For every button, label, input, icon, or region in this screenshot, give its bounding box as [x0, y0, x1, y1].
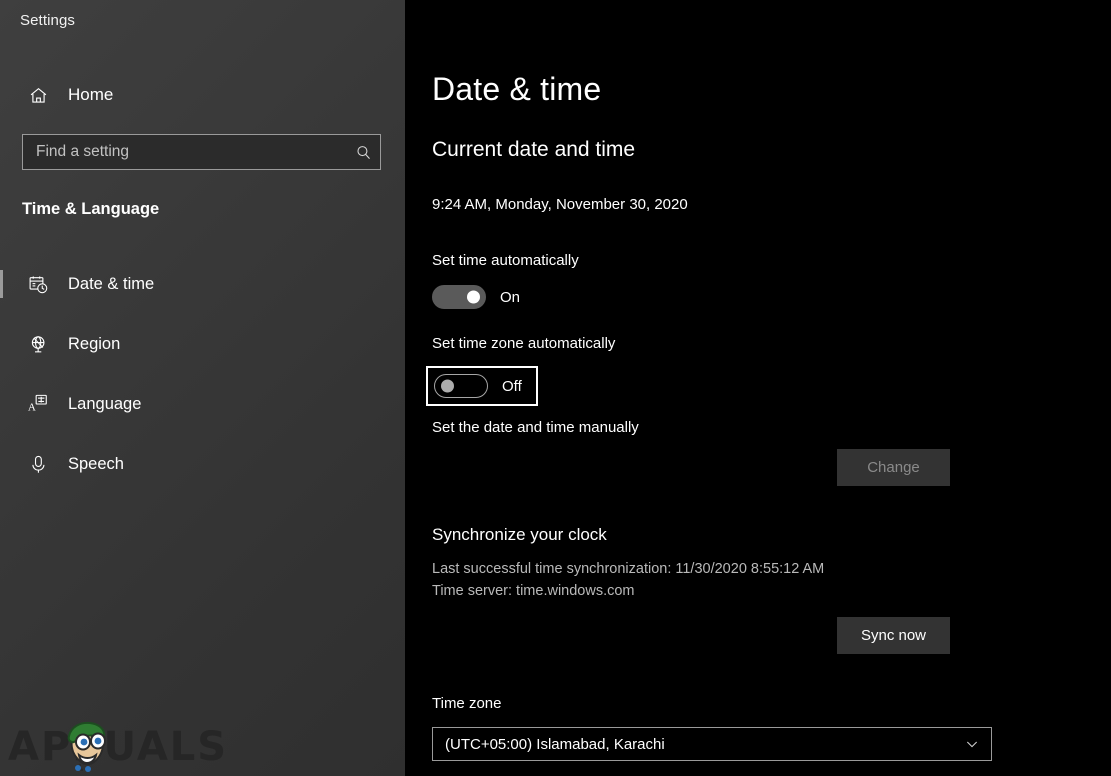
globe-icon [18, 334, 58, 355]
toggle-knob [467, 291, 480, 304]
sidebar-item-language[interactable]: A Language [0, 386, 405, 422]
label-set-time-automatically: Set time automatically [432, 252, 579, 269]
time-zone-value: (UTC+05:00) Islamabad, Karachi [433, 736, 953, 753]
search-box[interactable] [22, 134, 381, 170]
set-timezone-automatically-row-highlighted: Off [426, 366, 538, 406]
sidebar-item-speech-label: Speech [68, 455, 124, 474]
sidebar-category-title: Time & Language [22, 200, 159, 219]
home-icon [18, 85, 58, 106]
language-icon: A [18, 393, 58, 415]
sidebar-item-date-time[interactable]: Date & time [0, 266, 405, 302]
sidebar: Settings Home Time & Language [0, 0, 405, 776]
search-icon[interactable] [346, 144, 380, 161]
sidebar-item-home-label: Home [68, 85, 113, 105]
set-timezone-automatically-state: Off [502, 378, 522, 395]
mascot-icon [60, 714, 122, 772]
selection-indicator [0, 270, 3, 298]
content-pane: Date & time Current date and time 9:24 A… [405, 0, 1111, 776]
section-heading-synchronize-clock: Synchronize your clock [432, 525, 607, 545]
set-timezone-automatically-toggle[interactable] [434, 374, 488, 398]
svg-text:A: A [28, 401, 36, 413]
time-server-text: Time server: time.windows.com [432, 583, 635, 599]
set-time-automatically-toggle[interactable] [432, 285, 486, 309]
set-time-automatically-state: On [500, 289, 520, 306]
last-sync-text: Last successful time synchronization: 11… [432, 561, 824, 577]
sidebar-item-speech[interactable]: Speech [0, 446, 405, 482]
change-button[interactable]: Change [837, 449, 950, 486]
set-time-automatically-row: On [432, 285, 520, 309]
time-zone-dropdown[interactable]: (UTC+05:00) Islamabad, Karachi [432, 727, 992, 761]
search-input[interactable] [23, 135, 346, 169]
label-set-date-time-manually: Set the date and time manually [432, 419, 639, 436]
sidebar-item-home[interactable]: Home [0, 78, 405, 112]
sync-now-button[interactable]: Sync now [837, 617, 950, 654]
sidebar-item-region-label: Region [68, 335, 120, 354]
toggle-knob [441, 380, 454, 393]
calendar-clock-icon [18, 274, 58, 295]
sidebar-nav-list: Date & time Region [0, 266, 405, 506]
label-time-zone: Time zone [432, 695, 501, 712]
page-title: Date & time [432, 71, 601, 108]
sidebar-item-language-label: Language [68, 395, 141, 414]
sidebar-item-region[interactable]: Region [0, 326, 405, 362]
window-title: Settings [20, 12, 75, 29]
section-heading-current-date-time: Current date and time [432, 138, 635, 162]
chevron-down-icon [953, 736, 991, 752]
current-datetime-value: 9:24 AM, Monday, November 30, 2020 [432, 196, 688, 213]
watermark-text: APPUALS [8, 724, 228, 770]
appuals-watermark: APPUALS [8, 716, 238, 774]
label-set-timezone-automatically: Set time zone automatically [432, 335, 615, 352]
settings-window: Settings Home Time & Language [0, 0, 1111, 776]
sidebar-item-date-time-label: Date & time [68, 275, 154, 294]
microphone-icon [18, 454, 58, 475]
